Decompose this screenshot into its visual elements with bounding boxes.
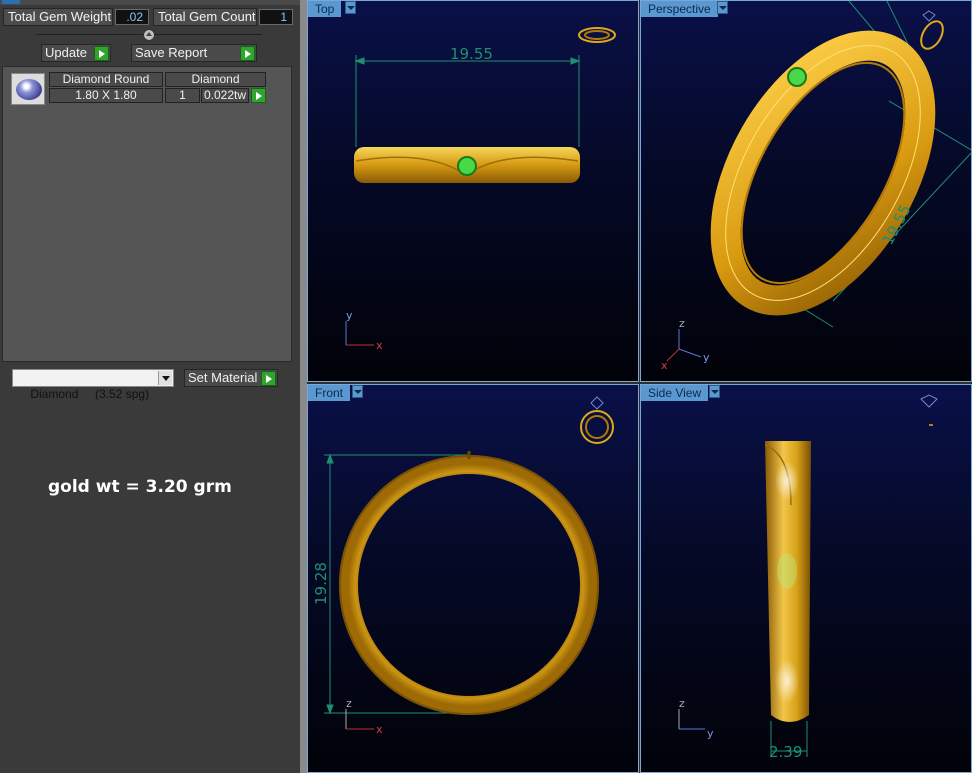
- svg-text:z: z: [679, 697, 685, 710]
- viewport-top-label[interactable]: Top: [308, 1, 342, 17]
- chevron-down-icon[interactable]: [352, 385, 363, 398]
- gem-perspective: [787, 67, 807, 87]
- gem-row-play-icon[interactable]: [251, 88, 266, 103]
- gold-weight-note: gold wt = 3.20 grm: [48, 477, 232, 497]
- play-icon: [240, 46, 255, 61]
- panel-top-strip: [0, 0, 300, 5]
- total-gem-count-label: Total Gem Count: [153, 8, 257, 26]
- mini-ring-icon: [920, 10, 944, 50]
- gem-count-cell: 1: [165, 88, 200, 103]
- svg-text:y: y: [346, 309, 353, 322]
- chevron-down-icon[interactable]: [709, 385, 720, 398]
- chevron-down-icon[interactable]: [345, 1, 356, 14]
- chevron-down-icon[interactable]: [158, 371, 172, 385]
- gem-list: Diamond Round Diamond 1.80 X 1.80 1 0.02…: [2, 66, 292, 362]
- viewport-side-label[interactable]: Side View: [641, 385, 709, 401]
- save-report-button[interactable]: Save Report: [131, 44, 257, 62]
- axis-gizmo-top: y x: [345, 309, 383, 352]
- mini-gem-icon: [920, 394, 938, 426]
- mini-ring-icon: [578, 27, 616, 43]
- viewport-side[interactable]: 2.39 z y Side View: [640, 384, 972, 773]
- ring-model-side: [764, 441, 811, 722]
- side-view-canvas: 2.39 z y: [678, 394, 938, 761]
- material-select[interactable]: Diamond (3.52 spg): [12, 369, 174, 401]
- collapse-knob-icon[interactable]: [143, 29, 155, 41]
- top-view-canvas: 19.55 y x: [345, 27, 616, 352]
- viewport-perspective[interactable]: 19.55 z y x Perspective: [640, 0, 972, 382]
- ring-model-perspective: [710, 30, 936, 316]
- panel-splitter[interactable]: [300, 0, 307, 773]
- svg-text:z: z: [346, 697, 352, 710]
- save-report-button-label: Save Report: [135, 45, 208, 60]
- panel-tab[interactable]: [2, 0, 20, 4]
- total-gem-count-value: 1: [259, 9, 293, 25]
- update-button-label: Update: [45, 45, 87, 60]
- axis-gizmo-front: z x: [345, 697, 383, 736]
- ring-model-front: [339, 451, 599, 715]
- play-icon: [261, 371, 276, 386]
- gem-column-header-shape: Diamond Round: [49, 72, 163, 87]
- perspective-view-canvas: 19.55 z y x: [661, 1, 971, 372]
- gem-column-header-material: Diamond: [165, 72, 266, 87]
- total-gem-weight-value: .02: [115, 9, 149, 25]
- gem-report-panel: Total Gem Weight .02 Total Gem Count 1 U…: [0, 0, 300, 773]
- svg-text:x: x: [376, 339, 383, 352]
- gem-size-cell: 1.80 X 1.80: [49, 88, 163, 103]
- viewport-front[interactable]: 19.28 z x Front: [307, 384, 639, 773]
- viewport-top[interactable]: 19.55 y x Top: [307, 0, 639, 382]
- chevron-down-icon[interactable]: [717, 1, 728, 14]
- viewport-front-label[interactable]: Front: [308, 385, 351, 401]
- front-view-canvas: 19.28 z x: [312, 396, 614, 736]
- play-icon: [94, 46, 109, 61]
- dimension-value-side: 2.39: [769, 743, 802, 761]
- set-material-button-label: Set Material: [188, 370, 258, 385]
- dimension-value-front: 19.28: [312, 562, 330, 605]
- svg-text:z: z: [679, 317, 685, 330]
- viewport-perspective-label[interactable]: Perspective: [641, 1, 718, 17]
- gem-weight-cell: 0.022tw: [201, 88, 249, 103]
- total-gem-weight-label: Total Gem Weight: [3, 8, 113, 26]
- axis-gizmo-perspective: z y x: [661, 317, 710, 372]
- gem-top: [457, 156, 477, 176]
- svg-text:x: x: [376, 723, 383, 736]
- gem-round-thumbnail-icon[interactable]: [11, 73, 45, 105]
- material-select-value: Diamond (3.52 spg): [30, 387, 150, 401]
- svg-text:y: y: [703, 351, 710, 364]
- svg-text:y: y: [707, 727, 714, 740]
- set-material-button[interactable]: Set Material: [184, 369, 278, 387]
- axis-gizmo-side: z y: [678, 697, 714, 740]
- dimension-value-top: 19.55: [450, 45, 493, 63]
- mini-ring-icon: [580, 396, 614, 444]
- svg-text:x: x: [661, 359, 668, 372]
- update-button[interactable]: Update: [41, 44, 111, 62]
- dimension-line-top: [354, 55, 581, 147]
